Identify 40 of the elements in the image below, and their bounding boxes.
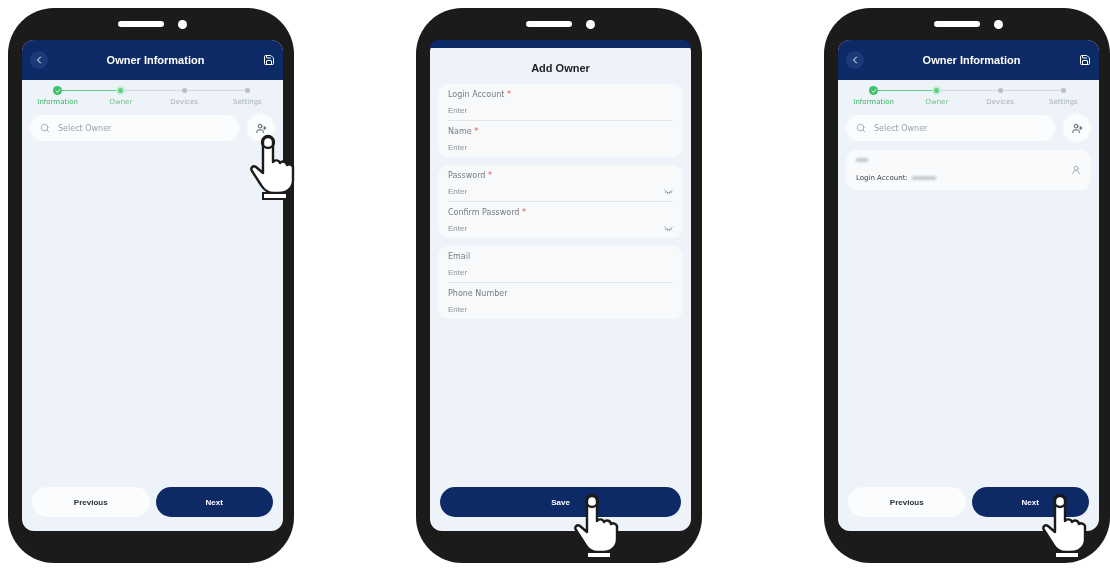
primary-button[interactable]: Next bbox=[155, 487, 273, 517]
search-icon bbox=[856, 123, 866, 133]
field-label: Password * bbox=[448, 171, 493, 180]
camera-dot bbox=[994, 19, 1003, 29]
add-user-icon bbox=[255, 122, 267, 134]
field-label: Name * bbox=[448, 127, 480, 136]
save-icon[interactable] bbox=[1079, 54, 1091, 66]
speaker-slot bbox=[526, 21, 572, 27]
input-field[interactable]: Enter bbox=[448, 187, 598, 196]
camera-dot bbox=[586, 19, 595, 29]
field-label: Confirm Password * bbox=[448, 208, 527, 217]
camera-dot bbox=[178, 19, 187, 29]
input-field[interactable]: Enter bbox=[448, 268, 598, 277]
save-icon[interactable] bbox=[263, 54, 275, 66]
input-field[interactable]: Enter bbox=[448, 224, 598, 233]
back-icon[interactable] bbox=[846, 51, 864, 69]
input-field[interactable]: Enter bbox=[448, 305, 598, 314]
blurred-account bbox=[911, 176, 936, 180]
screen-title: Owner Information bbox=[106, 54, 205, 66]
field-label: Email bbox=[448, 252, 472, 261]
primary-button[interactable]: Save bbox=[440, 487, 681, 517]
search-field[interactable]: Select Owner bbox=[30, 115, 239, 141]
input-field[interactable]: Enter bbox=[448, 143, 598, 152]
input-field[interactable]: Enter bbox=[448, 106, 598, 115]
search-field[interactable]: Select Owner bbox=[846, 115, 1055, 141]
user-icon bbox=[1071, 165, 1081, 175]
primary-button[interactable]: Next bbox=[971, 487, 1089, 517]
blurred-name bbox=[856, 158, 868, 162]
speaker-slot bbox=[118, 21, 164, 27]
secondary-button[interactable]: Previous bbox=[848, 487, 966, 517]
secondary-button[interactable]: Previous bbox=[32, 487, 150, 517]
search-icon bbox=[40, 123, 50, 133]
field-label: Phone Number bbox=[448, 289, 509, 298]
screen-title: Owner Information bbox=[922, 54, 1021, 66]
back-icon[interactable] bbox=[30, 51, 48, 69]
sheet-title: Add Owner bbox=[530, 61, 591, 76]
field-label: Login Account * bbox=[448, 90, 512, 99]
speaker-slot bbox=[934, 21, 980, 27]
add-user-button[interactable] bbox=[247, 114, 275, 142]
add-user-icon bbox=[1071, 122, 1083, 134]
